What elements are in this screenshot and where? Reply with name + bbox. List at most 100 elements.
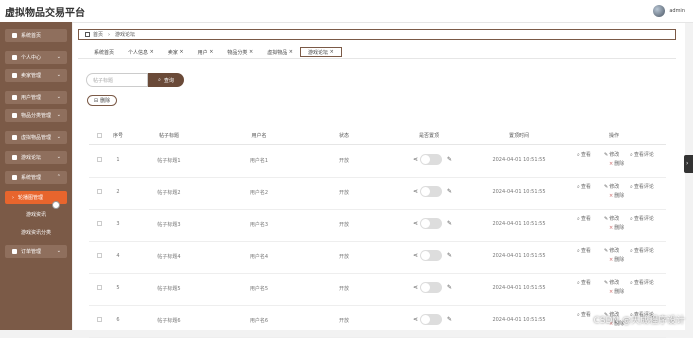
- delete-row-button[interactable]: ×删除: [609, 224, 624, 231]
- edit-button[interactable]: ✎修改: [604, 215, 619, 222]
- row-checkbox[interactable]: [97, 221, 102, 226]
- breadcrumb: 首页 › 游戏论坛: [78, 29, 676, 40]
- pin-toggle[interactable]: [420, 154, 442, 165]
- view-button[interactable]: ⌕查看: [577, 279, 591, 286]
- row-index: 6: [116, 317, 120, 323]
- row-checkbox[interactable]: [97, 189, 102, 194]
- row-status: 开放: [338, 158, 349, 164]
- edit-icon: ✎: [604, 280, 609, 286]
- chat-icon: [12, 155, 17, 160]
- view-comments-button[interactable]: ⌕查看评论: [630, 151, 654, 158]
- sidebar-item-profile[interactable]: 个人中心 ⌄: [5, 51, 67, 64]
- pin-toggle[interactable]: [420, 282, 442, 293]
- sidebar-item-system[interactable]: 系统管理 ⌃: [5, 171, 67, 184]
- table-row: 5 帖子标题5 用户名5 开放 ⋖ ✎ 2024-04-01 10:51:55 ⌕查看 ✎修改 ⌕…: [89, 273, 666, 306]
- sidebar-item-home[interactable]: 系统首页: [5, 29, 67, 42]
- edit-button[interactable]: ✎修改: [604, 183, 619, 190]
- edit-button[interactable]: ✎修改: [604, 247, 619, 254]
- table-row: 3 帖子标题3 用户名3 开放 ⋖ ✎ 2024-04-01 10:51:55 ⌕查看 ✎修改 ⌕…: [89, 209, 666, 242]
- view-comments-button[interactable]: ⌕查看评论: [630, 215, 654, 222]
- tab-users[interactable]: 用户 ×: [191, 47, 221, 57]
- row-user: 用户名5: [249, 286, 269, 292]
- edit-icon: ✎: [604, 216, 609, 222]
- edit-pencil-icon[interactable]: ✎: [447, 188, 452, 195]
- edit-pencil-icon[interactable]: ✎: [447, 220, 452, 227]
- view-button[interactable]: ⌕查看: [577, 311, 591, 318]
- sidebar-subitem-news-category[interactable]: 游戏资讯分类: [0, 226, 72, 239]
- sidebar-item-orders[interactable]: 订单管理 ⌄: [5, 245, 67, 258]
- sidebar-item-label: 个人中心: [21, 55, 42, 61]
- share-icon[interactable]: ⋖: [413, 220, 418, 227]
- tab-categories[interactable]: 物品分类 ×: [220, 47, 260, 57]
- share-icon[interactable]: ⋖: [413, 188, 418, 195]
- delete-row-button[interactable]: ×删除: [609, 256, 624, 263]
- delete-row-button[interactable]: ×删除: [609, 192, 624, 199]
- share-icon[interactable]: ⋖: [413, 284, 418, 291]
- pin-toggle[interactable]: [420, 218, 442, 229]
- edit-pencil-icon[interactable]: ✎: [447, 252, 452, 259]
- pin-toggle[interactable]: [420, 186, 442, 197]
- delete-row-button[interactable]: ×删除: [609, 160, 624, 167]
- select-all-checkbox[interactable]: [97, 133, 102, 138]
- row-checkbox[interactable]: [97, 317, 102, 322]
- view-comments-button[interactable]: ⌕查看评论: [630, 247, 654, 254]
- breadcrumb-home[interactable]: 首页: [93, 31, 103, 38]
- search-icon: ⌕: [577, 248, 580, 254]
- row-pin-time: 2024-04-01 10:51:55: [492, 317, 546, 323]
- delete-row-button[interactable]: ×删除: [609, 288, 624, 295]
- row-status: 开放: [338, 286, 349, 292]
- tab-home[interactable]: 系统首页: [87, 47, 121, 57]
- view-button[interactable]: ⌕查看: [577, 247, 591, 254]
- user-menu[interactable]: admin: [653, 5, 685, 17]
- sidebar-item-virtual-goods[interactable]: 虚拟物品管理 ⌄: [5, 131, 67, 144]
- view-comments-button[interactable]: ⌕查看评论: [630, 183, 654, 190]
- edit-pencil-icon[interactable]: ✎: [447, 156, 452, 163]
- row-index: 1: [116, 157, 120, 163]
- row-title: 帖子标题1: [157, 158, 181, 164]
- search-button[interactable]: ⌕ 查询: [148, 73, 184, 87]
- share-icon[interactable]: ⋖: [413, 156, 418, 163]
- sidebar-subitem-news[interactable]: 游戏资讯: [0, 208, 72, 221]
- view-button[interactable]: ⌕查看: [577, 183, 591, 190]
- edit-pencil-icon[interactable]: ✎: [447, 284, 452, 291]
- tab-forum[interactable]: 游戏论坛 ×: [300, 47, 342, 57]
- trash-icon: ⊟: [93, 97, 99, 104]
- row-checkbox[interactable]: [97, 157, 102, 162]
- avatar[interactable]: [653, 5, 666, 17]
- search-input[interactable]: 帖子标题: [86, 73, 148, 87]
- view-button[interactable]: ⌕查看: [577, 151, 591, 158]
- header-status: 状态: [338, 133, 349, 139]
- edit-button[interactable]: ✎修改: [604, 151, 619, 158]
- sidebar-item-categories[interactable]: 物品分类管理 ⌄: [5, 109, 67, 122]
- search-icon: ⌕: [630, 248, 633, 254]
- tab-sellers[interactable]: 卖家 ×: [161, 47, 191, 57]
- edit-pencil-icon[interactable]: ✎: [447, 316, 452, 323]
- sidebar-item-sellers[interactable]: 卖家管理 ⌄: [5, 69, 67, 82]
- pin-toggle[interactable]: [420, 250, 442, 261]
- side-scroll-handle[interactable]: ›: [684, 155, 693, 173]
- row-index: 2: [116, 189, 120, 195]
- sidebar-item-forum[interactable]: 游戏论坛 ⌄: [5, 151, 67, 164]
- share-icon[interactable]: ⋖: [413, 252, 418, 259]
- row-checkbox[interactable]: [97, 253, 102, 258]
- tab-virtual-goods[interactable]: 虚拟物品 ×: [260, 47, 300, 57]
- sidebar: 系统首页 个人中心 ⌄ 卖家管理 ⌄ 用户管理 ⌄ 物品分类管理 ⌄ 虚拟物品管…: [0, 22, 72, 330]
- tab-profile[interactable]: 个人信息 ×: [121, 47, 161, 57]
- row-pin-time: 2024-04-01 10:51:55: [492, 285, 546, 291]
- header-index: 序号: [112, 133, 123, 139]
- view-comments-button[interactable]: ⌕查看评论: [630, 279, 654, 286]
- home-icon[interactable]: [85, 32, 90, 37]
- row-user: 用户名3: [249, 222, 269, 228]
- top-bar: 虚拟物品交易平台 admin: [0, 0, 693, 23]
- view-button[interactable]: ⌕查看: [577, 215, 591, 222]
- header-user: 用户名: [251, 133, 267, 139]
- row-checkbox[interactable]: [97, 285, 102, 290]
- pin-toggle[interactable]: [420, 314, 442, 325]
- delete-button[interactable]: ⊟ 删除: [87, 95, 117, 106]
- share-icon[interactable]: ⋖: [413, 316, 418, 323]
- edit-button[interactable]: ✎修改: [604, 279, 619, 286]
- chevron-right-icon: ›: [686, 160, 689, 167]
- sidebar-item-users[interactable]: 用户管理 ⌄: [5, 91, 67, 104]
- sidebar-item-label: 物品分类管理: [21, 113, 52, 119]
- user-name[interactable]: admin: [669, 8, 685, 14]
